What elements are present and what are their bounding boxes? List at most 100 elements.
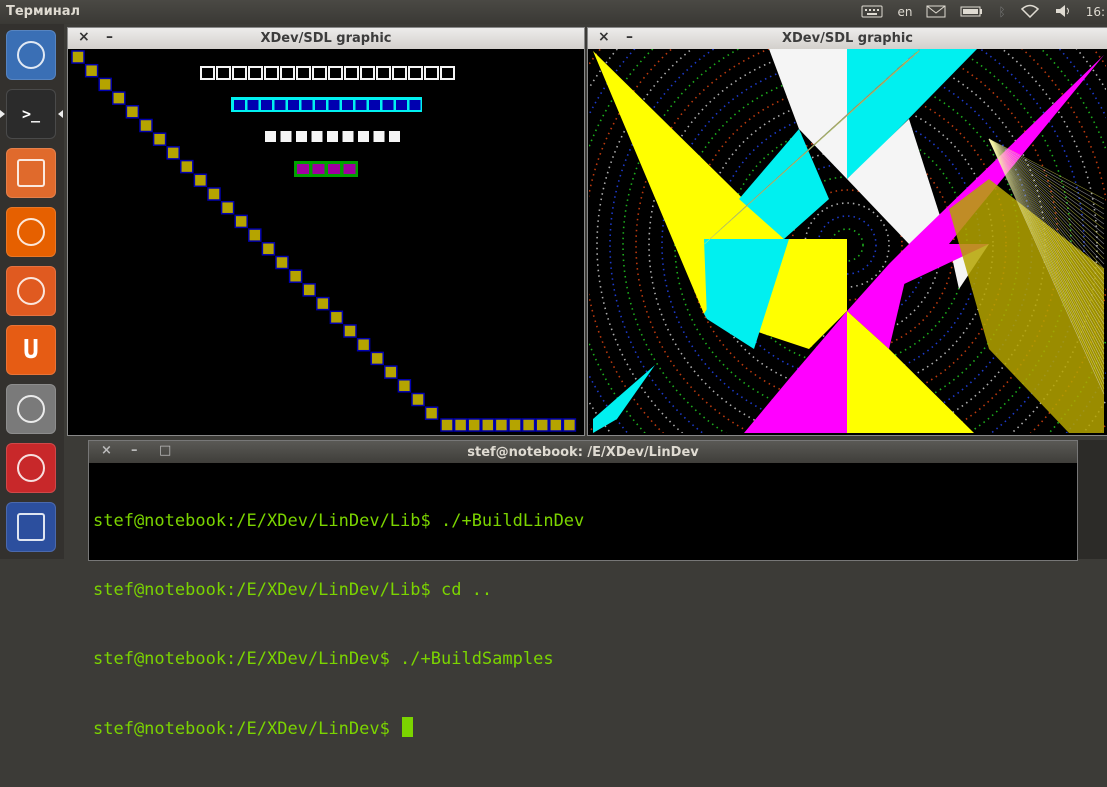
outline-square — [312, 66, 327, 80]
keyboard-icon[interactable] — [861, 4, 883, 21]
volume-icon[interactable] — [1054, 4, 1072, 21]
diagonal-square — [411, 392, 425, 407]
outline-square — [232, 66, 247, 80]
outline-square — [248, 66, 263, 80]
outline-square — [328, 66, 343, 80]
sdl-canvas-lines[interactable] — [589, 49, 1106, 433]
launcher-dash-home[interactable] — [6, 30, 56, 80]
diagonal-square — [397, 379, 412, 393]
launcher-terminal[interactable]: >_ — [6, 89, 56, 139]
diagonal-square — [71, 50, 85, 64]
outline-square — [200, 66, 215, 80]
wifi-icon[interactable] — [1020, 4, 1040, 21]
sdl-window-right[interactable]: × – XDev/SDL graphic — [587, 27, 1107, 436]
blue-square — [261, 100, 272, 110]
terminal-output[interactable]: stef@notebook:/E/XDev/LinDev/Lib$ ./+Bui… — [93, 464, 584, 787]
keyboard-layout-indicator[interactable]: en — [897, 5, 912, 19]
blue-square — [342, 100, 353, 110]
white-square — [342, 131, 354, 142]
bottom-square — [521, 418, 536, 432]
diagonal-square — [139, 118, 153, 133]
terminal-titlebar[interactable]: × – □ stef@notebook: /E/XDev/LinDev — [89, 441, 1077, 463]
running-indicator — [0, 110, 5, 118]
outline-square — [360, 66, 375, 80]
diagonal-square — [343, 324, 357, 338]
launcher-files[interactable] — [6, 148, 56, 198]
blue-square — [409, 100, 421, 110]
diagonal-square — [125, 105, 140, 119]
diagonal-square — [261, 242, 276, 256]
settings-icon — [17, 395, 45, 423]
purple-square — [343, 164, 356, 174]
blue-square — [396, 100, 407, 110]
diagonal-square — [424, 406, 439, 420]
terminal-line: stef@notebook:/E/XDev/LinDev$ ./+BuildSa… — [93, 649, 554, 669]
diagonal-square — [248, 228, 262, 242]
outline-square — [344, 66, 359, 80]
terminal-title: stef@notebook: /E/XDev/LinDev — [467, 445, 699, 460]
clock[interactable]: 16: — [1086, 5, 1105, 19]
white-square — [280, 131, 292, 142]
launcher-ubuntu-one[interactable]: U — [6, 325, 56, 375]
shopping-bag-icon — [17, 277, 45, 305]
launcher-sound-recorder[interactable] — [6, 443, 56, 493]
outline-square — [216, 66, 231, 80]
diagonal-square — [84, 63, 99, 78]
bottom-square — [494, 418, 509, 432]
blue-square — [315, 100, 326, 110]
microphone-icon — [17, 454, 45, 482]
bottom-square — [562, 418, 577, 432]
firefox-icon — [17, 218, 45, 246]
launcher-firefox[interactable] — [6, 207, 56, 257]
diagonal-square — [275, 255, 289, 270]
desktop-edge — [1076, 440, 1107, 559]
diagonal-square — [166, 146, 180, 160]
terminal-window[interactable]: × – □ stef@notebook: /E/XDev/LinDev stef… — [88, 440, 1078, 739]
blue-square — [301, 100, 313, 110]
sdl-canvas-squares[interactable] — [68, 49, 584, 435]
terminal-line: stef@notebook:/E/XDev/LinDev/Lib$ ./+Bui… — [93, 511, 585, 531]
outline-square — [376, 66, 391, 80]
indicator-area: en ᛒ 16: — [861, 0, 1107, 24]
blue-square — [288, 100, 299, 110]
ubuntu-one-icon: U — [23, 335, 39, 365]
outline-square — [440, 66, 455, 80]
window-titlebar[interactable]: × – XDev/SDL graphic — [588, 28, 1107, 49]
diagonal-square — [98, 77, 112, 92]
bottom-square — [535, 418, 549, 432]
white-square — [358, 131, 369, 142]
blue-square — [247, 100, 259, 110]
outline-square — [264, 66, 279, 80]
blue-square — [382, 100, 394, 110]
sdl-window-left[interactable]: × – XDev/SDL graphic — [67, 27, 585, 436]
diagonal-square — [220, 200, 235, 215]
purple-square — [328, 164, 340, 174]
folder-icon — [17, 159, 45, 187]
diagonal-square — [316, 296, 330, 311]
white-square — [373, 131, 385, 142]
bottom-square — [508, 418, 522, 432]
focus-indicator — [58, 110, 63, 118]
launcher-software-center[interactable] — [6, 266, 56, 316]
launcher: >_ U — [0, 24, 64, 559]
diagonal-square — [302, 283, 316, 297]
outline-square — [424, 66, 439, 80]
bottom-square — [440, 418, 454, 432]
blue-square — [355, 100, 367, 110]
launcher-system-settings[interactable] — [6, 384, 56, 434]
battery-icon[interactable] — [960, 4, 984, 21]
outline-square — [392, 66, 407, 80]
window-titlebar[interactable]: × – XDev/SDL graphic — [68, 28, 584, 49]
purple-square — [297, 164, 309, 174]
terminal-prompt-line[interactable]: stef@notebook:/E/XDev/LinDev$ — [93, 717, 584, 741]
white-square — [265, 131, 276, 142]
purple-square — [312, 164, 325, 174]
diagonal-square — [180, 159, 194, 174]
mail-icon[interactable] — [926, 4, 946, 21]
window-title: XDev/SDL graphic — [260, 31, 392, 46]
bluetooth-icon[interactable]: ᛒ — [998, 5, 1005, 19]
launcher-text-editor[interactable] — [6, 502, 56, 552]
bottom-square — [549, 418, 563, 432]
white-square — [389, 131, 400, 142]
diagonal-square — [384, 365, 398, 379]
